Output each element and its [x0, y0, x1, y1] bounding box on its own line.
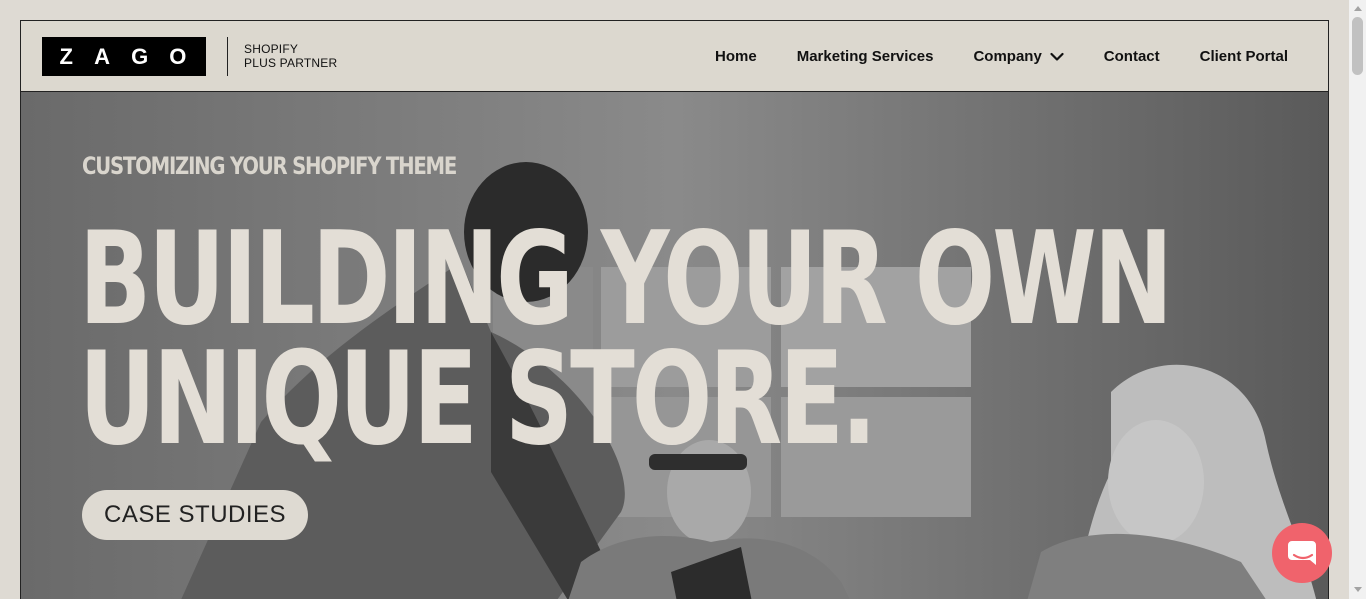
site-frame: Z A G O SHOPIFY PLUS PARTNER Home Market…	[20, 20, 1329, 599]
hero-section: CUSTOMIZING YOUR SHOPIFY THEME BUILDING …	[21, 92, 1328, 599]
logo-divider	[227, 37, 228, 76]
hero-eyebrow: CUSTOMIZING YOUR SHOPIFY THEME	[82, 152, 457, 180]
scroll-up-arrow-icon[interactable]	[1354, 6, 1362, 11]
logo-letter: G	[131, 43, 151, 69]
nav-client-portal[interactable]: Client Portal	[1200, 48, 1288, 65]
page: Z A G O SHOPIFY PLUS PARTNER Home Market…	[0, 0, 1366, 599]
nav-company-label: Company	[973, 48, 1042, 65]
chat-launcher-button[interactable]	[1272, 523, 1332, 583]
nav-home[interactable]: Home	[715, 48, 757, 65]
logo-letter: O	[169, 43, 189, 69]
scroll-down-arrow-icon[interactable]	[1354, 587, 1362, 592]
nav-marketing-services[interactable]: Marketing Services	[797, 48, 934, 65]
scroll-thumb[interactable]	[1352, 17, 1363, 75]
logo-letter: A	[94, 43, 112, 69]
shopify-plus-partner-badge: SHOPIFY PLUS PARTNER	[244, 42, 337, 70]
logo-letter: Z	[59, 43, 75, 69]
case-studies-button[interactable]: CASE STUDIES	[82, 490, 309, 540]
page-scrollbar[interactable]	[1349, 0, 1366, 599]
chevron-down-icon	[1050, 52, 1064, 61]
chat-bubble-icon	[1288, 541, 1316, 565]
site-header: Z A G O SHOPIFY PLUS PARTNER Home Market…	[21, 21, 1328, 92]
hero-headline-line-1: BUILDING YOUR OWN	[79, 205, 1173, 354]
main-nav: Home Marketing Services Company Contact …	[715, 21, 1288, 92]
hero-headline: BUILDING YOUR OWN UNIQUE STORE.	[79, 205, 1173, 474]
partner-line-2: PLUS PARTNER	[244, 56, 338, 70]
hero-headline-line-2: UNIQUE STORE.	[79, 325, 877, 474]
nav-company[interactable]: Company	[973, 48, 1064, 65]
partner-line-1: SHOPIFY	[244, 42, 299, 56]
zago-logo[interactable]: Z A G O	[42, 37, 206, 76]
nav-contact[interactable]: Contact	[1104, 48, 1160, 65]
